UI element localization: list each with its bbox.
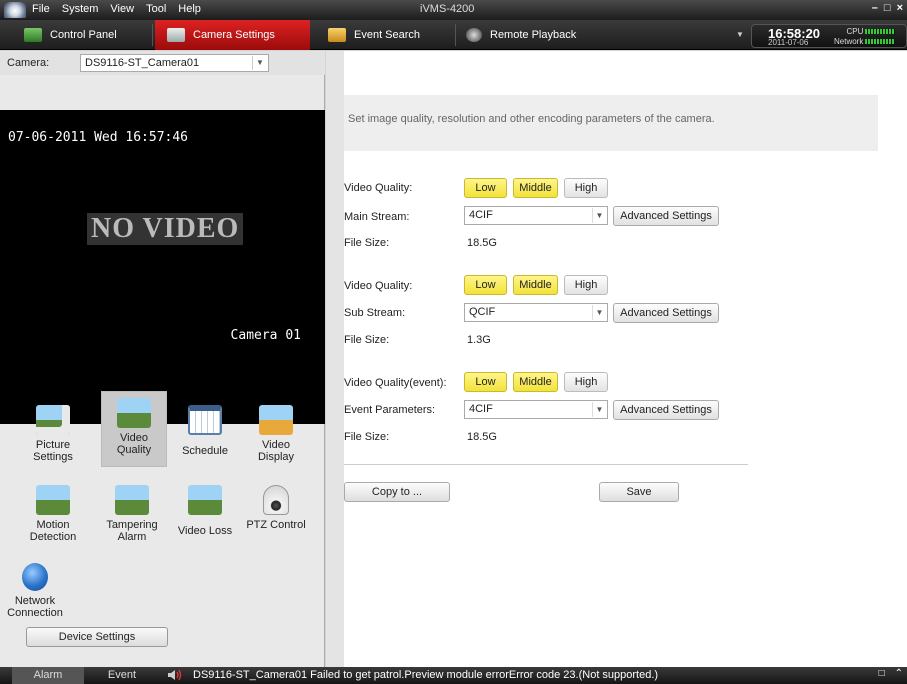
motion-detection-icon	[36, 485, 70, 515]
func-video-display[interactable]: Video Display	[243, 399, 309, 475]
video-display-icon	[259, 405, 293, 435]
camera-selector-row: Camera: DS9116-ST_Camera01 ▼	[0, 51, 325, 75]
func-ptz-control[interactable]: PTZ Control	[243, 479, 309, 555]
main-file-size-value: 18.5G	[467, 237, 497, 249]
ptz-control-icon	[263, 485, 289, 515]
sub-advanced-settings-button[interactable]: Advanced Settings	[613, 303, 719, 323]
event-parameters-label: Event Parameters:	[344, 404, 436, 416]
event-parameters-select[interactable]: 4CIF ▼	[464, 400, 608, 419]
sub-quality-high[interactable]: High	[564, 275, 608, 295]
panel-divider	[326, 51, 344, 667]
camera-settings-icon	[167, 28, 185, 42]
maximize-icon[interactable]: □	[884, 2, 891, 14]
sub-file-size-label: File Size:	[344, 334, 390, 346]
sub-stream-label: Sub Stream:	[344, 307, 406, 319]
network-meter	[865, 39, 896, 45]
osd-camera-name: Camera 01	[230, 328, 301, 343]
event-tab[interactable]: Event	[86, 667, 158, 684]
sub-quality-label: Video Quality:	[344, 280, 413, 292]
tab-control-panel[interactable]: Control Panel	[0, 20, 150, 50]
network-connection-icon	[22, 563, 48, 591]
func-video-loss[interactable]: Video Loss	[172, 479, 238, 555]
camera-select[interactable]: DS9116-ST_Camera01 ▼	[80, 54, 269, 72]
event-advanced-settings-button[interactable]: Advanced Settings	[613, 400, 719, 420]
sub-file-size-value: 1.3G	[467, 334, 491, 346]
event-file-size-label: File Size:	[344, 431, 390, 443]
osd-datetime: 07-06-2011 Wed 16:57:46	[8, 130, 189, 145]
divider	[344, 464, 748, 465]
sub-stream-select[interactable]: QCIF ▼	[464, 303, 608, 322]
video-quality-panel: Set image quality, resolution and other …	[326, 51, 907, 667]
resource-meters: CPU Network	[834, 27, 896, 47]
alarm-tab[interactable]: Alarm	[12, 667, 84, 684]
menu-tool[interactable]: Tool	[146, 3, 166, 15]
chevron-down-icon[interactable]: ▼	[592, 402, 606, 417]
status-bar: Alarm Event DS9116-ST_Camera01 Failed to…	[0, 667, 907, 684]
main-quality-middle[interactable]: Middle	[513, 178, 558, 198]
no-video-label: NO VIDEO	[87, 213, 244, 245]
clock-status-panel: 16:58:20 2011-07-06 CPU Network	[751, 24, 907, 48]
control-panel-icon	[24, 28, 42, 42]
menu-system[interactable]: System	[62, 3, 99, 15]
window-title: iVMS-4200	[420, 3, 475, 15]
func-picture-settings[interactable]: Picture Settings	[20, 399, 86, 475]
main-quality-high[interactable]: High	[564, 178, 608, 198]
collapse-icon[interactable]: ⌃	[895, 668, 903, 679]
event-quality-label: Video Quality(event):	[344, 377, 447, 389]
tab-overflow-arrow[interactable]: ▼	[736, 30, 744, 39]
remote-playback-icon	[466, 28, 482, 42]
tampering-alarm-icon	[115, 485, 149, 515]
cpu-meter	[865, 29, 896, 35]
speaker-icon[interactable]	[168, 669, 182, 681]
picture-settings-icon	[36, 405, 70, 435]
copy-to-button[interactable]: Copy to ...	[344, 482, 450, 502]
minimize-icon[interactable]: –	[872, 2, 878, 14]
info-banner: Set image quality, resolution and other …	[344, 95, 878, 151]
sub-quality-low[interactable]: Low	[464, 275, 507, 295]
live-preview[interactable]: 07-06-2011 Wed 16:57:46 NO VIDEO Camera …	[0, 110, 325, 424]
main-stream-label: Main Stream:	[344, 211, 410, 223]
menu-file[interactable]: File	[32, 3, 50, 15]
restore-panel-icon[interactable]: □	[879, 668, 885, 679]
event-quality-low[interactable]: Low	[464, 372, 507, 392]
close-icon[interactable]: ×	[897, 2, 903, 14]
func-schedule[interactable]: Schedule	[172, 399, 238, 475]
chevron-down-icon[interactable]: ▼	[592, 208, 606, 223]
main-advanced-settings-button[interactable]: Advanced Settings	[613, 206, 719, 226]
func-tampering-alarm[interactable]: Tampering Alarm	[99, 479, 165, 555]
device-settings-button[interactable]: Device Settings	[26, 627, 168, 647]
left-panel: Camera: DS9116-ST_Camera01 ▼ 07-06-2011 …	[0, 51, 325, 667]
main-quality-low[interactable]: Low	[464, 178, 507, 198]
sub-quality-middle[interactable]: Middle	[513, 275, 558, 295]
title-bar: File System View Tool Help iVMS-4200 – □…	[0, 0, 907, 20]
camera-label: Camera:	[7, 57, 50, 69]
menu-view[interactable]: View	[110, 3, 134, 15]
event-file-size-value: 18.5G	[467, 431, 497, 443]
event-quality-high[interactable]: High	[564, 372, 608, 392]
func-network-connection[interactable]: Network Connection	[0, 557, 70, 627]
main-quality-label: Video Quality:	[344, 182, 413, 194]
event-quality-middle[interactable]: Middle	[513, 372, 558, 392]
tab-remote-playback[interactable]: Remote Playback	[466, 20, 606, 50]
func-motion-detection[interactable]: Motion Detection	[20, 479, 86, 555]
status-message: DS9116-ST_Camera01 Failed to get patrol.…	[193, 669, 659, 681]
menu-bar: File System View Tool Help	[32, 3, 201, 15]
schedule-icon	[188, 405, 222, 435]
save-button[interactable]: Save	[599, 482, 679, 502]
main-file-size-label: File Size:	[344, 237, 390, 249]
tab-event-search[interactable]: Event Search	[328, 20, 446, 50]
tab-camera-settings[interactable]: Camera Settings	[155, 20, 310, 50]
main-stream-select[interactable]: 4CIF ▼	[464, 206, 608, 225]
chevron-down-icon[interactable]: ▼	[252, 56, 267, 70]
chevron-down-icon[interactable]: ▼	[592, 305, 606, 320]
clock-date: 2011-07-06	[768, 38, 809, 47]
app-logo-icon	[4, 2, 26, 18]
menu-help[interactable]: Help	[178, 3, 201, 15]
func-video-quality[interactable]: Video Quality	[101, 391, 167, 467]
video-loss-icon	[188, 485, 222, 515]
video-quality-icon	[117, 398, 151, 428]
info-text: Set image quality, resolution and other …	[348, 113, 715, 125]
event-search-icon	[328, 28, 346, 42]
